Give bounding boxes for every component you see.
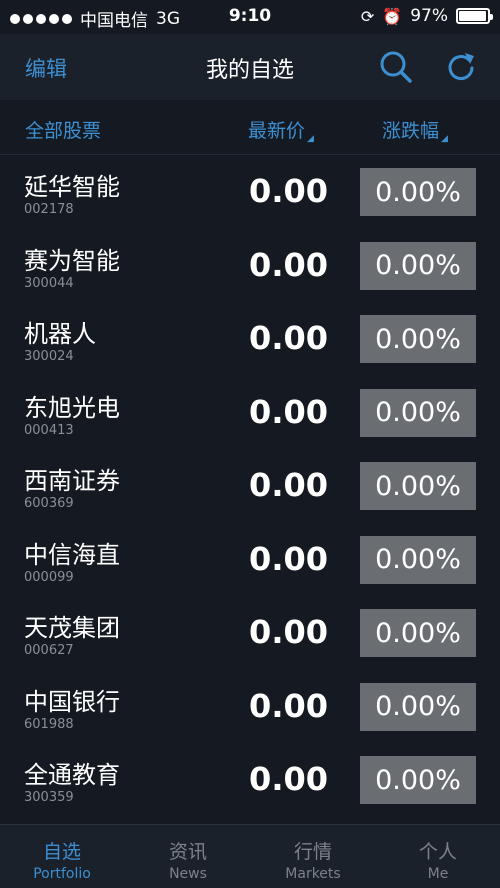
stock-row[interactable]: 天茂集团 000627 0.00 0.00% (0, 596, 500, 670)
stock-name: 西南证券 (24, 467, 120, 495)
status-right: ⟳ ⏰ 97% (360, 6, 493, 26)
stock-code: 300359 (24, 790, 74, 805)
stock-row[interactable]: 赛为智能 300044 0.00 0.00% (0, 229, 500, 303)
stock-code: 002178 (24, 202, 74, 217)
tab-label-zh: 自选 (42, 841, 81, 863)
stock-change-badge[interactable]: 0.00% (360, 241, 476, 290)
tab-label-en: News (169, 866, 207, 882)
stock-price: 0.00 (249, 245, 328, 284)
search-icon (380, 51, 412, 83)
stock-price: 0.00 (249, 760, 328, 798)
refresh-icon (448, 53, 474, 81)
stock-change-badge[interactable]: 0.00% (360, 315, 476, 363)
change-pct-label: 涨跌幅 (382, 120, 440, 142)
page-title: 我的自选 (205, 58, 294, 83)
stock-price: 0.00 (249, 319, 328, 357)
stock-price: 0.00 (249, 686, 328, 725)
stock-price: 0.00 (249, 172, 328, 210)
edit-button[interactable]: 编辑 (25, 53, 67, 83)
stock-name: 天茂集团 (24, 614, 120, 642)
stock-change-badge[interactable]: 0.00% (360, 535, 476, 584)
battery-fill (459, 11, 487, 21)
stock-code: 300044 (24, 275, 74, 291)
all-stocks-filter[interactable]: 全部股票 (25, 116, 101, 143)
stock-name: 全通教育 (24, 761, 120, 789)
stock-change-badge[interactable]: 0.00% (360, 462, 476, 510)
stock-name: 延华智能 (24, 173, 120, 201)
sort-triangle-icon: ◢ (441, 134, 448, 144)
alarm-icon: ⏰ (382, 6, 403, 26)
stock-change-badge[interactable]: 0.00% (360, 682, 476, 731)
nav-bar: 编辑 我的自选 (0, 34, 500, 100)
sort-latest-price[interactable]: 最新价 ◢ (248, 116, 314, 144)
stock-name: 中信海直 (24, 540, 120, 569)
sort-triangle-icon: ◢ (307, 134, 314, 144)
stock-price: 0.00 (249, 466, 328, 504)
battery-percent: 97% (410, 6, 448, 26)
stock-code: 000413 (24, 422, 74, 438)
battery-icon (456, 8, 493, 24)
tab-label-en: Portfolio (33, 866, 91, 882)
stock-price: 0.00 (249, 392, 328, 431)
stock-change-badge[interactable]: 0.00% (360, 756, 476, 804)
tab-markets[interactable]: 行情 Markets (263, 837, 363, 882)
stock-price: 0.00 (249, 613, 328, 651)
stock-code: 600369 (24, 496, 74, 511)
tab-label-zh: 个人 (418, 841, 457, 863)
stock-change-badge[interactable]: 0.00% (360, 388, 476, 437)
stock-name: 赛为智能 (24, 246, 120, 275)
column-header: 全部股票 最新价 ◢ 涨跌幅 ◢ (0, 100, 500, 155)
tab-label-zh: 行情 (293, 841, 332, 863)
stock-code: 300024 (24, 349, 74, 364)
tab-label-en: Markets (285, 866, 341, 882)
stock-row[interactable]: 东旭光电 000413 0.00 0.00% (0, 376, 500, 450)
status-bar: 中国电信 3G 9:10 ⟳ ⏰ 97% (0, 0, 500, 34)
latest-price-label: 最新价 (248, 120, 306, 142)
all-stocks-label: 全部股票 (25, 120, 102, 142)
tab-label-zh: 资讯 (168, 841, 207, 863)
stock-code: 000627 (24, 643, 74, 658)
tab-bar: 自选 Portfolio 资讯 News 行情 Markets 个人 Me (0, 824, 500, 888)
tab-label-en: Me (427, 866, 449, 882)
search-button[interactable] (378, 49, 414, 85)
stock-row[interactable]: 西南证券 600369 0.00 0.00% (0, 449, 500, 523)
stock-row[interactable]: 全通教育 300359 0.00 0.00% (0, 743, 500, 817)
stock-code: 000099 (24, 569, 74, 585)
sort-change-pct[interactable]: 涨跌幅 ◢ (382, 116, 448, 144)
stock-name: 东旭光电 (24, 393, 120, 422)
stock-name: 中国银行 (24, 687, 120, 716)
stock-row[interactable]: 中国银行 601988 0.00 0.00% (0, 670, 500, 744)
stock-change-badge[interactable]: 0.00% (360, 609, 476, 657)
stock-list: 延华智能 002178 0.00 0.00% 赛为智能 300044 0.00 … (0, 155, 500, 817)
stock-price: 0.00 (249, 539, 328, 578)
stock-name: 机器人 (24, 320, 96, 348)
stock-row[interactable]: 机器人 300024 0.00 0.00% (0, 302, 500, 376)
refresh-button[interactable] (443, 49, 479, 85)
tab-portfolio[interactable]: 自选 Portfolio (12, 837, 112, 882)
stock-change-badge[interactable]: 0.00% (360, 168, 476, 216)
stock-row[interactable]: 延华智能 002178 0.00 0.00% (0, 155, 500, 229)
rotation-lock-icon: ⟳ (360, 6, 375, 26)
stock-code: 601988 (24, 716, 74, 732)
stock-row[interactable]: 中信海直 000099 0.00 0.00% (0, 523, 500, 597)
tab-news[interactable]: 资讯 News (138, 837, 238, 882)
tab-me[interactable]: 个人 Me (388, 837, 488, 882)
